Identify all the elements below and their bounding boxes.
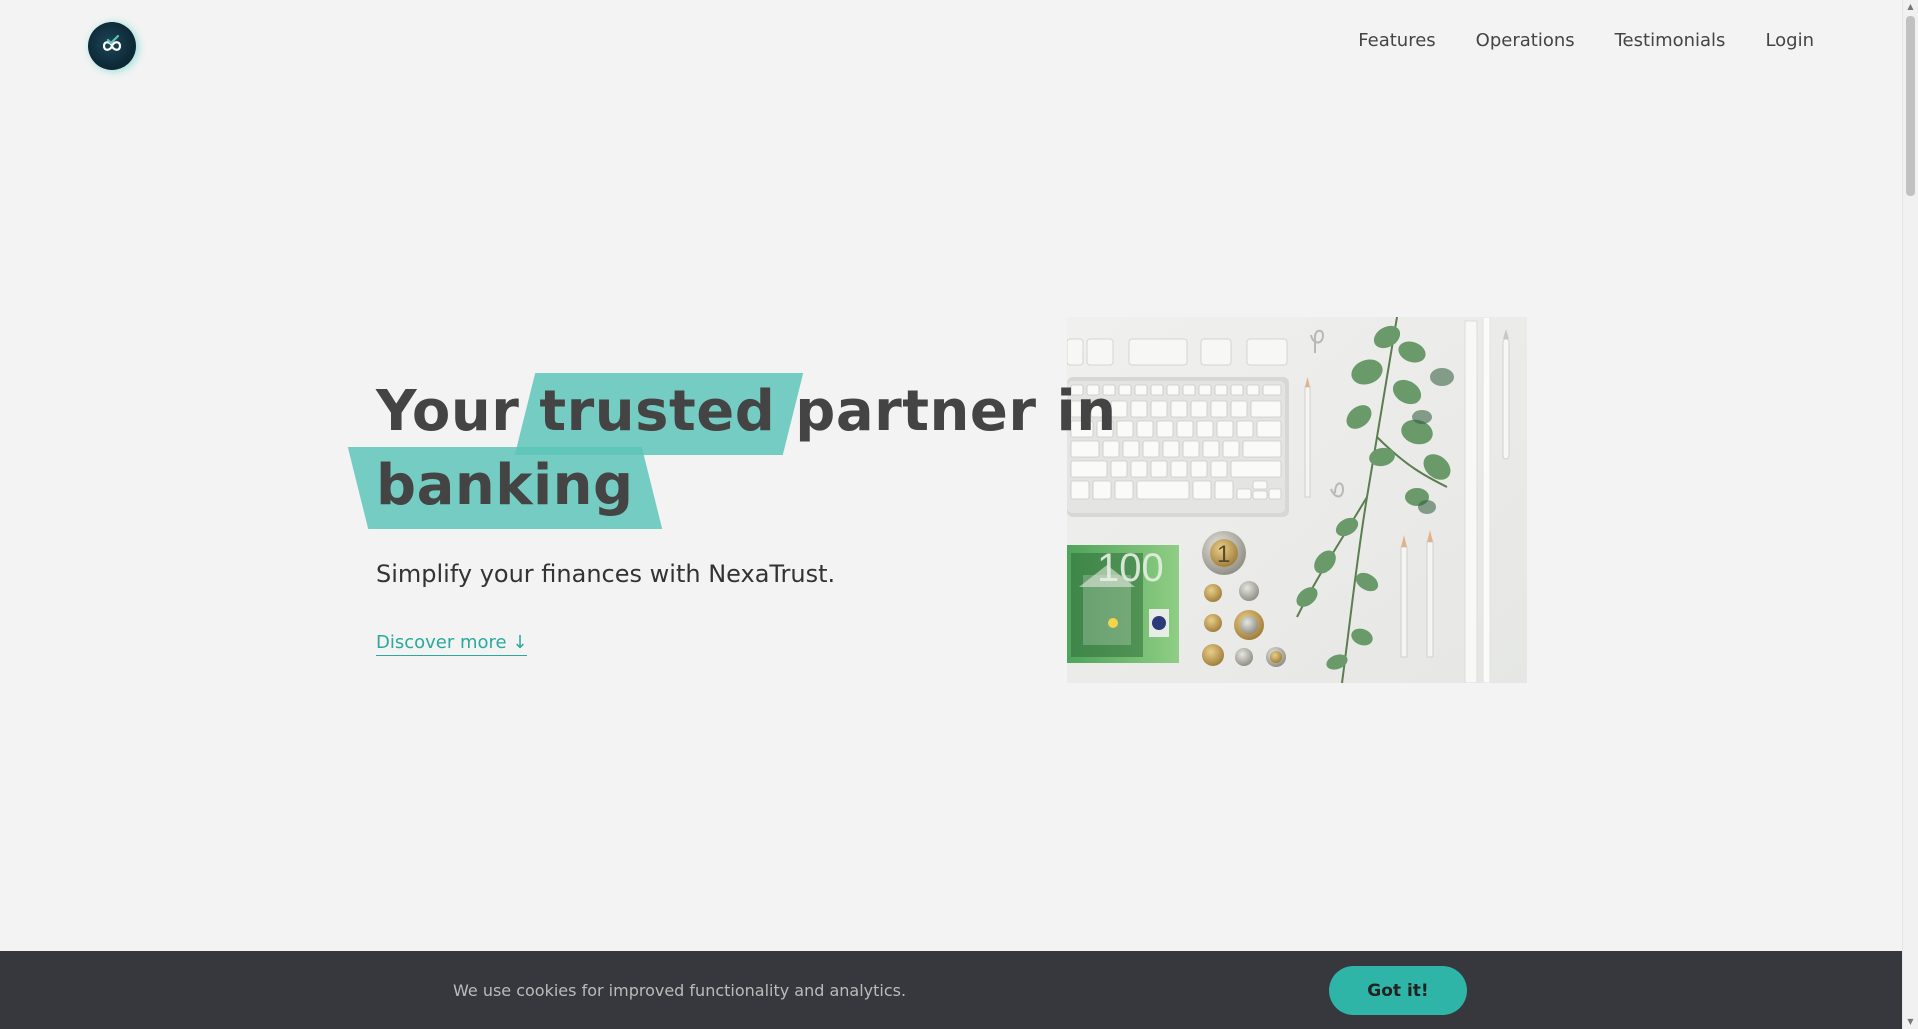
discover-more-link[interactable]: Discover more ↓ bbox=[376, 632, 528, 656]
hero-highlight-banking-text: banking bbox=[376, 453, 634, 518]
page-scrollbar[interactable]: ▲ ▼ bbox=[1902, 0, 1918, 1029]
hero-subtitle: Simplify your finances with NexaTrust. bbox=[376, 560, 836, 588]
nav-link-operations[interactable]: Operations bbox=[1476, 30, 1575, 51]
coin-value: 1 bbox=[1217, 541, 1230, 568]
scroll-down-arrow-icon[interactable]: ▼ bbox=[1903, 1015, 1918, 1029]
nav-link-features[interactable]: Features bbox=[1358, 30, 1435, 51]
hero-highlight-trusted: trusted bbox=[515, 373, 804, 455]
hero-image: 100 1 bbox=[1067, 317, 1527, 683]
desk-flatlay-illustration: 100 1 bbox=[1067, 317, 1527, 683]
nav-link-login[interactable]: Login bbox=[1765, 30, 1814, 51]
scroll-up-arrow-icon[interactable]: ▲ bbox=[1903, 0, 1918, 14]
hero-heading: Your trusted partner in banking bbox=[347, 373, 1117, 529]
nexatrust-logo-icon[interactable] bbox=[88, 22, 136, 70]
scrollbar-thumb[interactable] bbox=[1906, 16, 1915, 196]
hero-highlight-trusted-text: trusted bbox=[539, 379, 776, 444]
nav-link-testimonials[interactable]: Testimonials bbox=[1615, 30, 1726, 51]
cookie-banner: We use cookies for improved functionalit… bbox=[0, 951, 1903, 1029]
banknote-value: 100 bbox=[1097, 546, 1164, 590]
hero-title-part2: partner in bbox=[795, 379, 1117, 444]
main-nav: Features Operations Testimonials Login bbox=[1358, 30, 1814, 51]
infinity-check-icon bbox=[102, 34, 122, 51]
page: Features Operations Testimonials Login Y… bbox=[0, 0, 1918, 1029]
cookie-message: We use cookies for improved functionalit… bbox=[453, 981, 907, 1000]
cookie-accept-button[interactable]: Got it! bbox=[1329, 966, 1467, 1015]
hero-title-part1: Your bbox=[376, 379, 520, 444]
hero-highlight-banking: banking bbox=[347, 447, 662, 529]
